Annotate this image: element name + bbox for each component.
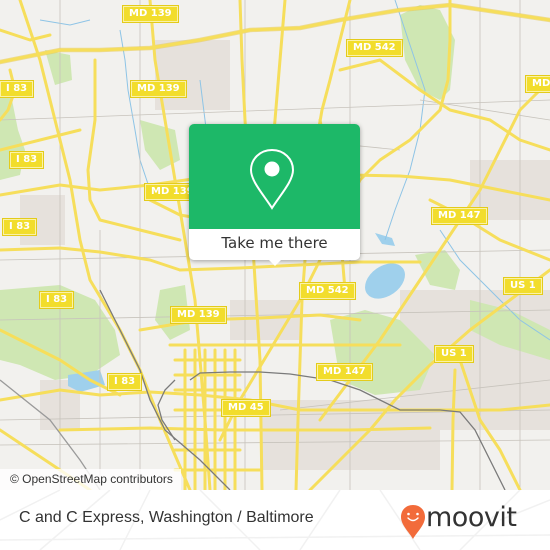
route-shield: I 83 bbox=[38, 291, 75, 309]
route-shield: US 1 bbox=[503, 277, 543, 295]
route-shield: I 83 bbox=[0, 80, 35, 98]
route-shield: MD 542 bbox=[299, 282, 356, 300]
popup-pointer bbox=[266, 257, 284, 266]
map-attribution[interactable]: © OpenStreetMap contributors bbox=[0, 469, 181, 490]
location-pin-icon bbox=[249, 148, 295, 210]
route-shield: MD 139 bbox=[122, 5, 179, 23]
route-shield: MD 147 bbox=[316, 363, 373, 381]
footer-bar: C and C Express, Washington / Baltimore … bbox=[0, 490, 550, 550]
route-shield: I 83 bbox=[106, 373, 143, 391]
moovit-pin-icon bbox=[401, 505, 425, 539]
route-shield: I 83 bbox=[1, 218, 38, 236]
route-shield: MD 147 bbox=[431, 207, 488, 225]
road-casings bbox=[0, 2, 550, 65]
route-shield: I 83 bbox=[8, 151, 45, 169]
route-shield: MD 139 bbox=[130, 80, 187, 98]
moovit-logo[interactable]: moovit bbox=[400, 498, 540, 542]
route-shield: MD 147 bbox=[525, 75, 550, 93]
route-shield: MD 542 bbox=[346, 39, 403, 57]
route-shield: MD 45 bbox=[221, 399, 271, 417]
map-canvas[interactable]: MD 139 MD 542 I 83 MD 139 MD 147 I 83 MD… bbox=[0, 0, 550, 490]
moovit-wordmark: moovit bbox=[426, 502, 517, 533]
destination-popup[interactable]: Take me there bbox=[189, 124, 360, 266]
route-shield: US 1 bbox=[434, 345, 474, 363]
route-shield: MD 139 bbox=[170, 306, 227, 324]
place-title: C and C Express, Washington / Baltimore bbox=[19, 509, 314, 526]
popup-header[interactable] bbox=[189, 124, 360, 229]
take-me-there-button[interactable]: Take me there bbox=[189, 229, 360, 260]
